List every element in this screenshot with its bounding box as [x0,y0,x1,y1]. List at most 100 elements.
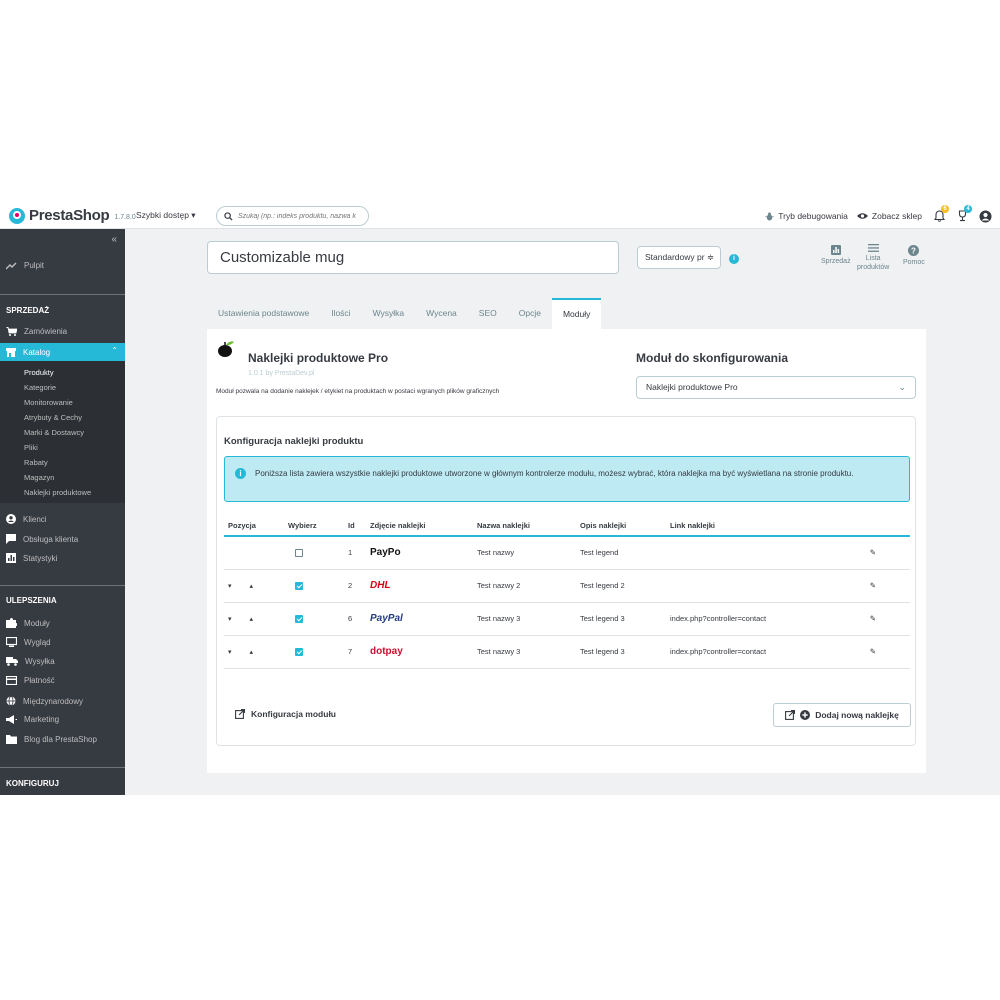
help-icon: ? [908,245,920,256]
submenu-products[interactable]: Produkty [24,368,54,377]
position-arrows[interactable]: ▾ ▴ [224,569,284,603]
search-box[interactable] [216,206,369,226]
table-row: ▾ ▴ 7 dotpay Test nazwy 3 Test legend 3 … [224,635,910,669]
select-checkbox[interactable] [295,582,303,590]
sticker-config-box: Konfiguracja naklejki produktu i Poniższ… [216,416,916,746]
sidebar-item-label: Klienci [23,514,47,524]
position-arrows[interactable]: ▾ ▴ [224,635,284,669]
prestashop-logo[interactable]: PrestaShop 1.7.8.0 [9,207,136,224]
edit-button[interactable]: ✎ [836,569,910,603]
sidebar-item-customer-service[interactable]: Obsługa klienta [6,534,78,544]
search-input[interactable] [238,212,368,220]
description-cell: Test legend [576,536,666,570]
table-row: ▾ ▴ 2 DHL Test nazwy 2 Test legend 2 ✎ [224,569,910,603]
collapse-sidebar-button[interactable]: « [111,234,117,245]
external-link-icon [235,709,245,719]
sticker-image: PayPo [366,536,473,570]
info-icon[interactable]: i [729,254,739,264]
info-alert: i Poniższa lista zawiera wszystkie nakle… [224,456,910,502]
sidebar-item-dashboard[interactable]: Pulpit [6,261,44,270]
sidebar-item-label: Wygląd [24,637,51,647]
product-list-button[interactable]: Lista produktów [857,244,889,272]
view-shop-link[interactable]: Zobacz sklep [856,211,922,221]
megaphone-icon [6,715,17,724]
id-cell: 6 [344,602,366,636]
account-circle-icon [6,514,16,524]
sidebar-item-international[interactable]: Międzynarodowy [6,696,83,706]
sidebar-item-marketing[interactable]: Marketing [6,715,59,724]
orders-badge: 4 [964,205,972,213]
chevron-down-icon: ⌄ [898,382,906,392]
select-checkbox[interactable] [295,549,303,558]
orders-button[interactable]: 4 [954,205,972,224]
edit-button[interactable]: ✎ [836,635,910,669]
position-arrows[interactable]: ▾ ▴ [224,602,284,636]
module-config-link[interactable]: Konfiguracja modułu [235,709,336,719]
submenu-monitoring[interactable]: Monitorowanie [24,398,73,407]
sidebar-divider [0,585,125,586]
sidebar-item-label: Marketing [24,715,60,724]
help-button[interactable]: ? Pomoc [903,245,925,267]
table-row: ▾ ▴ 6 PayPal Test nazwy 3 Test legend 3 … [224,602,910,636]
add-sticker-button[interactable]: Dodaj nową naklejkę [773,703,911,727]
user-account-button[interactable] [977,208,993,224]
product-name-input[interactable]: Customizable mug [207,241,619,274]
sticker-config-title: Konfiguracja naklejki produktu [224,436,364,447]
submenu-attributes[interactable]: Atrybuty & Cechy [24,413,82,422]
select-checkbox[interactable] [295,615,303,623]
sidebar-item-blog[interactable]: Blog dla PrestaShop [6,735,97,744]
edit-button[interactable]: ✎ [836,602,910,636]
quick-access-dropdown[interactable]: Szybki dostęp ▾ [136,210,196,221]
select-checkbox[interactable] [295,648,303,656]
add-sticker-label: Dodaj nową naklejkę [815,710,899,720]
eye-icon [856,213,868,219]
prestashop-logo-icon [9,207,25,224]
sidebar-item-label: Wysyłka [25,657,55,666]
sidebar-item-catalog[interactable]: Katalog ⌃ [0,343,125,361]
tab-seo[interactable]: SEO [468,298,508,329]
sidebar-item-shipping[interactable]: Wysyłka [6,657,55,666]
sidebar-item-label: Katalog [23,347,51,357]
sticker-image: PayPal [366,602,473,636]
sidebar-item-payment[interactable]: Płatność [6,676,55,685]
submenu-stock[interactable]: Magazyn [24,473,54,482]
bar-chart-icon [6,553,16,563]
sidebar-item-stats[interactable]: Statystyki [6,553,57,563]
select-cell [284,536,344,570]
info-circle-icon: i [235,468,246,479]
tab-modules[interactable]: Moduły [551,298,602,329]
sidebar-item-modules[interactable]: Moduły [6,618,50,628]
id-cell: 2 [344,569,366,603]
submenu-files[interactable]: Pliki [24,443,38,452]
submenu-product-stickers[interactable]: Naklejki produktowe [24,488,91,497]
link-cell: index.php?controller=contact [666,635,836,669]
module-description: Moduł pozwala na dodanie naklejek / etyk… [216,388,500,395]
product-type-select[interactable]: Standardowy pr ≑ [637,246,721,269]
id-cell: 7 [344,635,366,669]
submenu-brands[interactable]: Marki & Dostawcy [24,428,84,437]
tab-quantities[interactable]: Ilości [320,298,361,329]
tab-shipping[interactable]: Wysyłka [362,298,416,329]
sales-button[interactable]: Sprzedaż [821,245,851,266]
module-config-select[interactable]: Naklejki produktowe Pro ⌄ [636,376,916,399]
tab-options[interactable]: Opcje [508,298,552,329]
description-cell: Test legend 3 [576,602,666,636]
col-link: Link naklejki [666,515,836,537]
sidebar-item-orders[interactable]: Zamówienia [6,327,67,336]
list-label-line2: produktów [857,264,890,271]
product-tabs: Ustawienia podstawowe Ilości Wysyłka Wyc… [207,298,602,329]
tab-basic-settings[interactable]: Ustawienia podstawowe [207,298,320,329]
notifications-button[interactable]: 6 [931,205,949,224]
edit-button[interactable]: ✎ [836,536,910,570]
submenu-categories[interactable]: Kategorie [24,383,56,392]
col-select: Wybierz [284,515,344,537]
chat-icon [6,534,16,544]
debug-mode-link[interactable]: Tryb debugowania [765,211,848,221]
link-cell [666,536,836,570]
sidebar-item-design[interactable]: Wygląd [6,637,51,647]
sidebar-item-customers[interactable]: Klienci [6,514,47,524]
submenu-discounts[interactable]: Rabaty [24,458,48,467]
tab-pricing[interactable]: Wycena [415,298,468,329]
credit-card-icon [6,676,17,685]
select-cell [284,569,344,603]
